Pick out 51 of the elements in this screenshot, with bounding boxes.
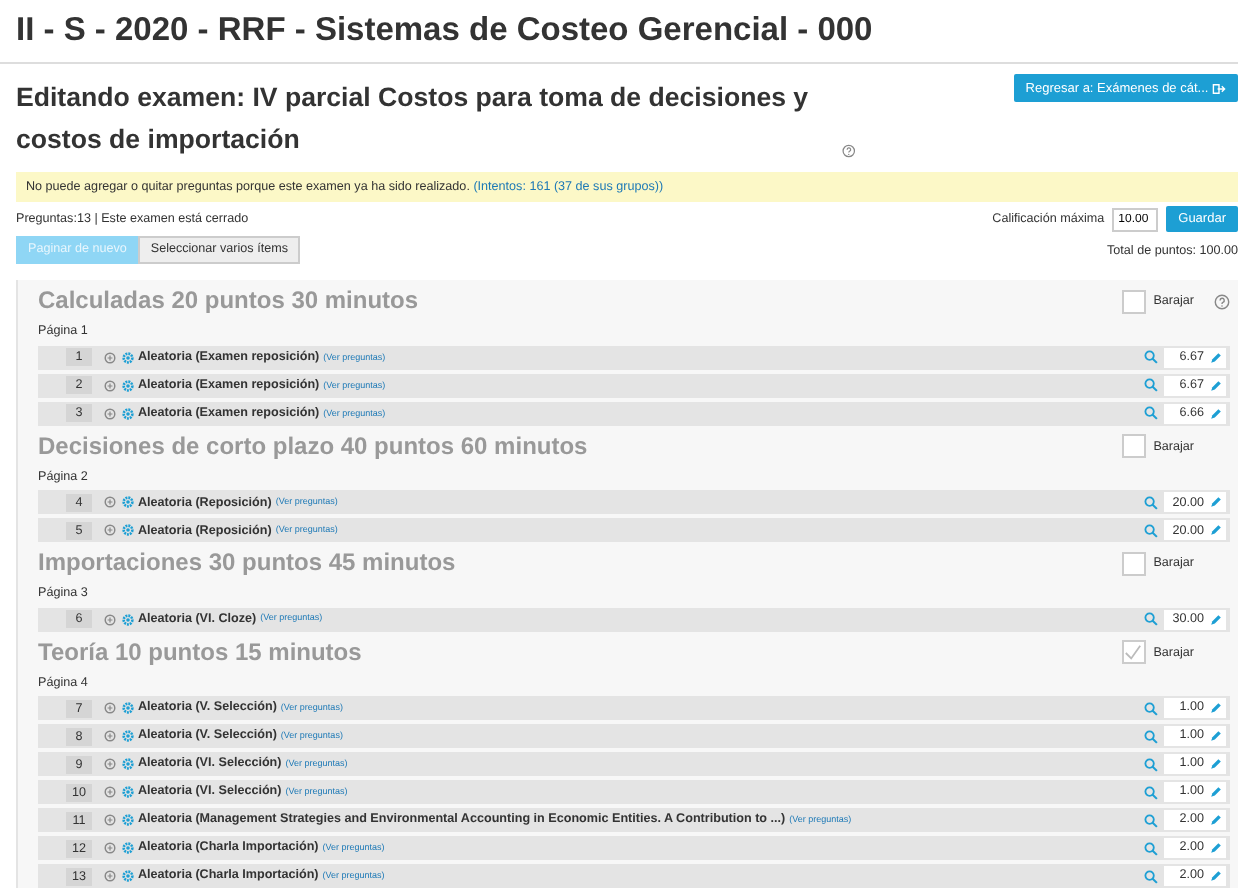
gear-icon — [122, 407, 134, 420]
section-title: Teoría 10 puntos 15 minutos — [38, 635, 362, 670]
edit-icon[interactable] — [1210, 814, 1222, 827]
preview-icon[interactable] — [1144, 378, 1158, 393]
help-icon — [842, 142, 856, 160]
section-title: Decisiones de corto plazo 40 puntos 60 minutos — [38, 429, 588, 464]
preview-icon[interactable] — [1144, 813, 1158, 828]
shuffle-checkbox[interactable] — [1121, 551, 1146, 576]
gear-icon — [122, 870, 134, 883]
edit-icon[interactable] — [1210, 786, 1222, 799]
gear-icon — [122, 524, 134, 537]
gear-icon — [122, 786, 134, 799]
gear-icon — [122, 496, 134, 509]
preview-icon[interactable] — [1144, 869, 1158, 884]
edit-icon[interactable] — [1210, 379, 1222, 392]
preview-icon[interactable] — [1144, 350, 1158, 365]
preview-icon[interactable] — [1144, 523, 1158, 538]
preview-icon[interactable] — [1144, 757, 1158, 772]
exit-icon — [1212, 82, 1226, 96]
edit-icon[interactable] — [1210, 524, 1222, 537]
section-title: Calculadas 20 puntos 30 minutos — [38, 284, 419, 319]
edit-icon[interactable] — [1210, 758, 1222, 771]
shuffle-checkbox[interactable] — [1121, 289, 1146, 314]
edit-icon[interactable] — [1210, 870, 1222, 883]
preview-icon[interactable] — [1144, 785, 1158, 800]
preview-icon[interactable] — [1144, 701, 1158, 716]
edit-icon[interactable] — [1210, 351, 1222, 364]
page-heading: Editando examen: IV parcial Costos para toma de decisiones y costos de importación — [16, 80, 811, 158]
gear-icon — [122, 730, 134, 743]
gear-icon — [122, 613, 134, 626]
preview-icon[interactable] — [1144, 612, 1158, 627]
edit-icon[interactable] — [1210, 407, 1222, 420]
preview-icon[interactable] — [1144, 841, 1158, 856]
preview-icon[interactable] — [1144, 729, 1158, 744]
gear-icon — [122, 842, 134, 855]
shuffle-checkbox[interactable] — [1121, 434, 1146, 459]
gear-icon — [122, 351, 134, 364]
gear-icon — [122, 702, 134, 715]
edit-icon[interactable] — [1210, 730, 1222, 743]
gear-icon — [122, 814, 134, 827]
course-title: II - S - 2020 - RRF - Sistemas de Costeo Gerencial - 000 — [16, 10, 875, 52]
gear-icon — [122, 379, 134, 392]
section-title: Importaciones 30 puntos 45 minutos — [38, 546, 456, 581]
edit-icon[interactable] — [1210, 496, 1222, 509]
preview-icon[interactable] — [1144, 406, 1158, 421]
edit-icon[interactable] — [1210, 702, 1222, 715]
gear-icon — [122, 758, 134, 771]
shuffle-checkbox[interactable] — [1121, 640, 1146, 665]
edit-icon[interactable] — [1210, 613, 1222, 626]
preview-icon[interactable] — [1144, 495, 1158, 510]
edit-icon[interactable] — [1210, 842, 1222, 855]
